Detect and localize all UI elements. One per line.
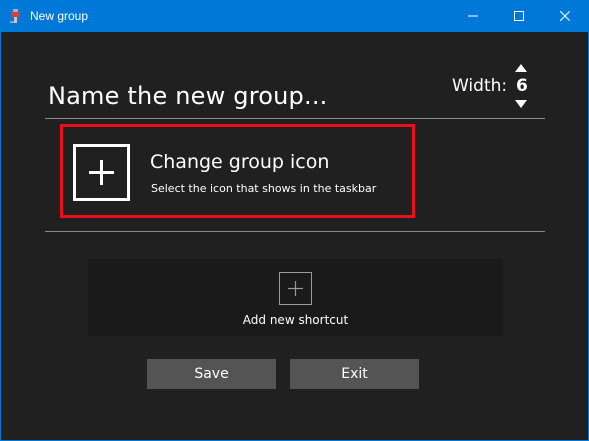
new-group-window: New group Name the new group... Width: 6…: [0, 0, 589, 441]
header-divider: [45, 118, 545, 119]
section-divider: [45, 231, 545, 232]
width-decrease-arrow-icon[interactable]: [513, 98, 529, 110]
app-icon: [8, 8, 24, 24]
change-group-icon-subtitle: Select the icon that shows in the taskba…: [151, 182, 377, 195]
width-increase-arrow-icon[interactable]: [513, 62, 529, 74]
plus-icon: [288, 281, 303, 296]
add-shortcut-icon-box: [279, 272, 312, 305]
title-bar[interactable]: New group: [1, 0, 589, 32]
close-icon: [560, 11, 570, 21]
maximize-icon: [514, 11, 524, 21]
add-new-shortcut-button[interactable]: Add new shortcut: [88, 259, 503, 336]
close-button[interactable]: [542, 0, 588, 32]
group-icon-preview: [73, 144, 130, 201]
save-button[interactable]: Save: [147, 359, 276, 389]
maximize-button[interactable]: [496, 0, 542, 32]
exit-button[interactable]: Exit: [290, 359, 419, 389]
window-title: New group: [30, 9, 89, 23]
add-new-shortcut-label: Add new shortcut: [242, 313, 349, 327]
change-group-icon-title: Change group icon: [150, 151, 330, 173]
plus-icon: [89, 160, 114, 185]
group-name-input[interactable]: Name the new group...: [48, 82, 327, 110]
change-group-icon-button[interactable]: Change group icon Select the icon that s…: [60, 124, 415, 218]
width-value: 6: [516, 76, 528, 96]
minimize-icon: [468, 15, 478, 17]
width-label: Width:: [452, 76, 508, 96]
minimize-button[interactable]: [450, 0, 496, 32]
